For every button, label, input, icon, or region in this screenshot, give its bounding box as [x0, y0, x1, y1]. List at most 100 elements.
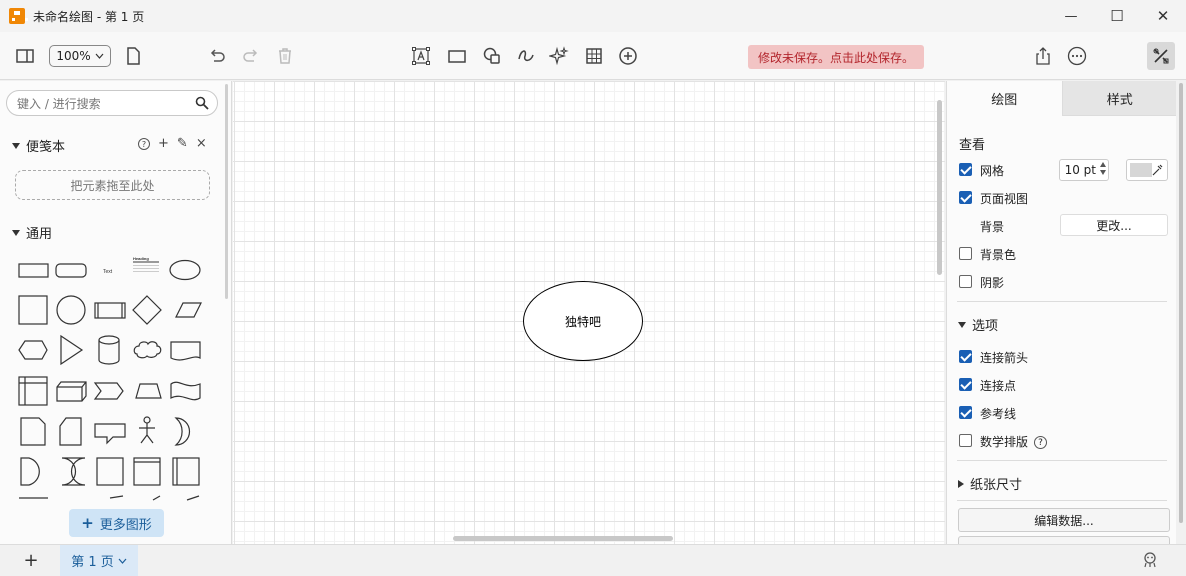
tape-shape[interactable]: [170, 381, 201, 401]
general-header[interactable]: 通用: [12, 223, 52, 242]
insert-button[interactable]: [616, 44, 640, 68]
actor-shape[interactable]: [143, 416, 151, 424]
internal-storage-shape[interactable]: [18, 376, 48, 406]
stored-data-shape[interactable]: [61, 457, 86, 486]
process-shape[interactable]: [94, 302, 126, 319]
math-typesetting-row: 数学排版?: [980, 433, 1048, 450]
add-page-button[interactable]: +: [20, 549, 42, 571]
ellipse-shape-node[interactable]: 独特吧: [523, 281, 643, 361]
sidebar-scrollbar[interactable]: [225, 84, 228, 299]
callout-shape[interactable]: [94, 423, 126, 445]
next-button-partial[interactable]: [958, 536, 1170, 544]
redo-button[interactable]: [239, 44, 263, 68]
help-icon[interactable]: ?: [1034, 436, 1048, 449]
grid-size-input[interactable]: 10 pt: [1059, 159, 1109, 181]
minimize-icon: —: [1064, 8, 1078, 24]
help-icon[interactable]: ?: [138, 138, 150, 150]
ellipse-shape[interactable]: [169, 259, 201, 281]
scratchpad-dropzone[interactable]: 把元素拖至此处: [15, 170, 210, 200]
redo-icon: [243, 49, 258, 62]
change-background-button[interactable]: 更改...: [1060, 214, 1168, 236]
document-shape[interactable]: [170, 341, 201, 361]
shadow-checkbox[interactable]: [959, 275, 972, 288]
cylinder-shape[interactable]: [98, 335, 120, 365]
edit-data-button[interactable]: 编辑数据...: [958, 508, 1170, 532]
page-tabs-bar: + 第 1 页: [0, 544, 1186, 576]
grid-color-picker[interactable]: [1126, 159, 1168, 181]
insert-text-button[interactable]: [409, 44, 433, 68]
circle-shape[interactable]: [56, 295, 86, 325]
cloud-shape[interactable]: [133, 341, 162, 359]
connection-points-checkbox[interactable]: [959, 378, 972, 391]
trapezoid-shape[interactable]: [135, 383, 162, 399]
drawing-canvas[interactable]: 独特吧: [233, 81, 945, 544]
share-button[interactable]: [1031, 44, 1055, 68]
text-shape-label[interactable]: Text: [103, 269, 113, 275]
guides-label: 参考线: [980, 407, 1017, 421]
more-shapes-button[interactable]: + 更多图形: [69, 509, 164, 537]
format-panel-toggle-button[interactable]: [1147, 42, 1175, 70]
options-header[interactable]: 选项: [958, 315, 998, 334]
format-panel-scrollbar[interactable]: [1177, 81, 1185, 544]
paper-size-header[interactable]: 纸张尺寸: [958, 474, 1022, 493]
note-shape[interactable]: [20, 417, 46, 446]
insert-rectangle-button[interactable]: [445, 44, 469, 68]
scratchpad-header[interactable]: 便笺本: [12, 136, 65, 155]
math-typesetting-checkbox[interactable]: [959, 434, 972, 447]
title-bar: 未命名绘图 - 第 1 页 — ☐ ✕: [0, 0, 1186, 32]
page-tab-1[interactable]: 第 1 页: [60, 545, 138, 576]
undo-button[interactable]: [205, 44, 229, 68]
maximize-button[interactable]: ☐: [1094, 0, 1140, 32]
square-shape[interactable]: [18, 295, 48, 325]
grid-checkbox[interactable]: [959, 163, 972, 176]
search-icon[interactable]: [195, 96, 209, 110]
heading-shape-label[interactable]: Heading: [133, 256, 149, 261]
rectangle-shape[interactable]: [18, 263, 49, 278]
connection-arrows-checkbox[interactable]: [959, 350, 972, 363]
background-color-checkbox[interactable]: [959, 247, 972, 260]
step-shape[interactable]: [93, 382, 124, 400]
shadow-label: 阴影: [980, 276, 1005, 290]
connection-arrows-label: 连接箭头: [980, 351, 1029, 365]
card-shape[interactable]: [59, 417, 82, 446]
insert-table-button[interactable]: [582, 44, 606, 68]
page-view-checkbox[interactable]: [959, 191, 972, 204]
insert-icon: [619, 47, 637, 65]
freehand-button[interactable]: [514, 44, 538, 68]
triangle-shape[interactable]: [60, 334, 84, 366]
tab-diagram[interactable]: 绘图: [947, 81, 1062, 116]
canvas-horizontal-scrollbar[interactable]: [453, 536, 673, 541]
collapse-triangle-icon: [12, 142, 20, 149]
hexagon-shape[interactable]: [18, 340, 48, 360]
square-shape-2[interactable]: [96, 457, 124, 486]
format-tabs: 绘图 样式: [947, 81, 1176, 116]
collapse-triangle-icon: [12, 229, 20, 236]
cube-shape[interactable]: [56, 381, 87, 402]
tab-style[interactable]: 样式: [1061, 81, 1176, 116]
guides-checkbox[interactable]: [959, 406, 972, 419]
add-icon[interactable]: +: [158, 136, 169, 151]
delay-shape[interactable]: [20, 457, 40, 486]
or-shape[interactable]: [174, 417, 191, 446]
more-options-button[interactable]: [1065, 44, 1089, 68]
rounded-rectangle-shape[interactable]: [55, 263, 87, 278]
sidebar-toggle-button[interactable]: [13, 44, 37, 68]
minimize-button[interactable]: —: [1048, 0, 1094, 32]
zoom-dropdown[interactable]: 100%: [49, 45, 111, 67]
insert-shapes-button[interactable]: [480, 44, 504, 68]
grid-size-spinner[interactable]: [1100, 162, 1106, 175]
parallelogram-shape[interactable]: [175, 302, 202, 318]
scroll-thumb[interactable]: [1179, 83, 1183, 523]
delete-button[interactable]: [273, 44, 297, 68]
feedback-icon[interactable]: [1141, 551, 1159, 569]
generate-button[interactable]: [547, 44, 571, 68]
page-format-button[interactable]: [121, 44, 145, 68]
section-divider: [957, 500, 1167, 501]
close-window-button[interactable]: ✕: [1140, 0, 1186, 32]
search-input[interactable]: 键入 / 进行搜索: [6, 90, 218, 116]
close-icon[interactable]: ×: [196, 136, 207, 151]
unsaved-changes-button[interactable]: 修改未保存。点击此处保存。: [748, 45, 924, 69]
canvas-vertical-scrollbar[interactable]: [937, 100, 942, 275]
edit-icon[interactable]: ✎: [177, 136, 188, 151]
diamond-shape[interactable]: [132, 295, 162, 325]
